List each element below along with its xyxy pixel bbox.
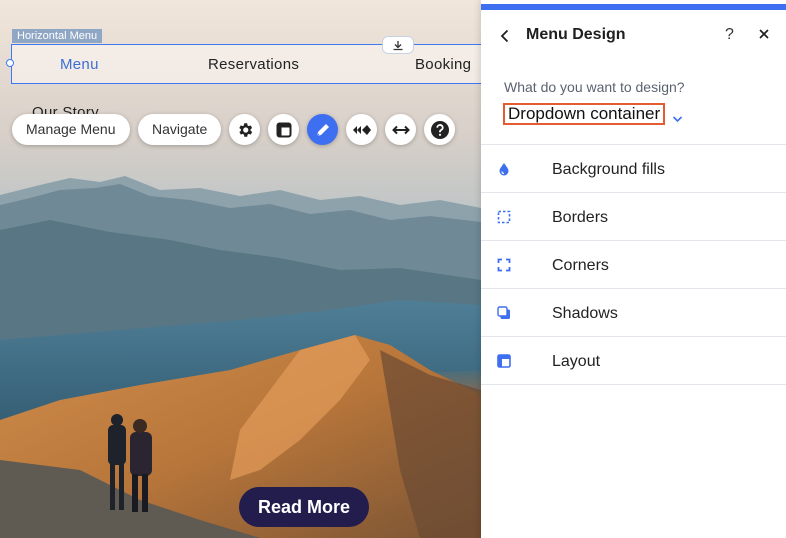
option-label: Background fills <box>552 161 665 178</box>
layout-icon[interactable] <box>268 114 299 145</box>
menu-item-menu[interactable]: Menu <box>60 56 99 73</box>
stretch-icon[interactable] <box>385 114 416 145</box>
download-icon[interactable] <box>382 36 414 54</box>
design-target-dropdown[interactable]: Dropdown container <box>503 103 666 125</box>
manage-menu-button[interactable]: Manage Menu <box>12 114 130 145</box>
design-pen-icon[interactable] <box>307 114 338 145</box>
option-borders[interactable]: Borders <box>481 192 786 240</box>
option-corners[interactable]: Corners <box>481 240 786 288</box>
element-type-tag: Horizontal Menu <box>12 29 103 43</box>
menu-item-reservations[interactable]: Reservations <box>208 56 299 73</box>
chevron-down-icon[interactable] <box>672 110 683 123</box>
panel-accent-bar <box>481 4 786 10</box>
option-label: Borders <box>552 209 609 226</box>
corners-icon <box>497 258 511 272</box>
gear-icon[interactable] <box>229 114 260 145</box>
dashed-square-icon <box>497 210 511 224</box>
help-icon[interactable] <box>424 114 455 145</box>
animation-icon[interactable] <box>346 114 377 145</box>
shadow-square-icon <box>497 306 511 320</box>
menu-item-booking[interactable]: Booking <box>415 56 471 73</box>
option-background-fills[interactable]: Background fills <box>481 144 786 192</box>
option-layout[interactable]: Layout <box>481 336 786 385</box>
layout-icon <box>497 354 511 368</box>
panel-title: Menu Design <box>526 26 626 43</box>
menu-design-panel: Menu Design ? What do you want to design… <box>481 0 786 538</box>
option-label: Corners <box>552 257 609 274</box>
design-question-label: What do you want to design? <box>504 79 685 95</box>
read-more-button[interactable]: Read More <box>239 487 369 527</box>
resize-handle[interactable] <box>6 59 14 67</box>
help-button[interactable]: ? <box>725 26 734 44</box>
chevron-left-icon[interactable] <box>498 28 512 44</box>
close-icon[interactable] <box>757 27 771 41</box>
design-options-list: Background fills Borders Corners Shadows… <box>481 144 786 385</box>
option-label: Shadows <box>552 305 618 322</box>
option-label: Layout <box>552 353 601 370</box>
droplet-icon <box>497 162 511 176</box>
navigate-button[interactable]: Navigate <box>138 114 222 145</box>
option-shadows[interactable]: Shadows <box>481 288 786 336</box>
